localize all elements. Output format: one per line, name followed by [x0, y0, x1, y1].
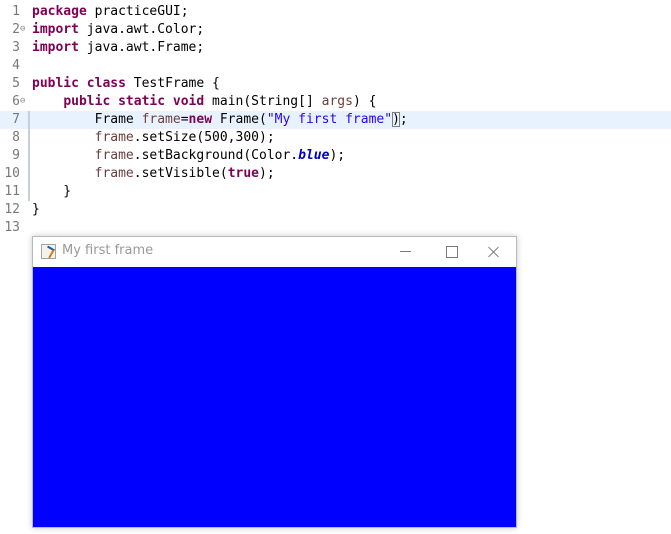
code-line[interactable]: 4	[0, 57, 671, 75]
code-token: package	[32, 4, 87, 19]
code-text: Frame frame=new Frame("My first frame");	[32, 111, 408, 129]
code-text: }	[32, 183, 71, 201]
code-token: ;	[399, 112, 408, 127]
line-number: 10	[4, 166, 20, 181]
line-number: 5	[12, 76, 20, 91]
code-token: .setVisible(	[133, 166, 228, 181]
code-line[interactable]: 1 package practiceGUI;	[0, 3, 671, 21]
change-marker	[28, 165, 30, 183]
code-token: Frame(	[212, 112, 267, 127]
code-line[interactable]: 2 ⊖ import java.awt.Color;	[0, 21, 671, 39]
code-line[interactable]: 5 public class TestFrame {	[0, 75, 671, 93]
code-token: .setBackground(Color.	[133, 148, 299, 163]
line-number: 6	[12, 94, 20, 109]
code-token: static	[118, 94, 166, 109]
code-text: public class TestFrame {	[32, 75, 220, 93]
code-token: import	[32, 40, 79, 55]
code-token: public	[32, 76, 79, 91]
code-line[interactable]: 12}	[0, 201, 671, 219]
code-token: main(String[]	[204, 94, 322, 109]
code-line[interactable]: 11 }	[0, 183, 671, 201]
change-marker	[28, 183, 30, 201]
code-token: TestFrame {	[125, 76, 220, 91]
code-line[interactable]: 3 import java.awt.Frame;	[0, 39, 671, 57]
code-token: }	[32, 184, 72, 199]
code-token: public	[63, 94, 111, 109]
line-number: 8	[12, 130, 20, 145]
change-marker	[28, 129, 30, 147]
code-token: blue	[298, 148, 330, 163]
code-token: );	[329, 148, 346, 163]
fold-toggle-icon[interactable]: ⊖	[20, 25, 29, 34]
fold-toggle-icon[interactable]: ⊖	[20, 97, 29, 106]
minimize-button[interactable]	[383, 237, 429, 267]
maximize-button[interactable]	[429, 237, 475, 267]
code-line[interactable]: 10 frame.setVisible(true);	[0, 165, 671, 183]
code-text: }	[32, 201, 40, 219]
code-token: .setSize(500,300);	[133, 130, 275, 145]
line-number: 4	[12, 58, 20, 73]
code-token: "My first frame"	[266, 112, 393, 127]
code-text: import java.awt.Frame;	[32, 39, 204, 57]
close-button[interactable]	[471, 237, 517, 267]
change-marker	[28, 147, 30, 165]
code-line[interactable]: 6 ⊖ public static void main(String[] args…	[0, 93, 671, 111]
line-number: 13	[4, 220, 20, 235]
code-token: true	[227, 166, 259, 181]
code-token: practiceGUI;	[86, 4, 189, 19]
code-token: args	[321, 94, 353, 109]
code-token: frame	[141, 112, 181, 127]
code-text: package practiceGUI;	[32, 3, 189, 21]
code-token: java.awt.Frame;	[78, 40, 205, 55]
line-number: 9	[12, 148, 20, 163]
java-icon	[41, 244, 56, 259]
code-token: frame	[94, 130, 134, 145]
code-token: }	[32, 202, 40, 217]
code-text: public static void main(String[] args) {	[32, 93, 376, 111]
code-token: new	[188, 112, 213, 127]
code-line[interactable]: 7 Frame frame=new Frame("My first frame"…	[0, 111, 671, 129]
code-token: Frame	[32, 112, 142, 127]
code-text: frame.setSize(500,300);	[32, 129, 275, 147]
line-number: 3	[12, 40, 20, 55]
code-token: frame	[94, 148, 134, 163]
frame-content-area[interactable]	[33, 267, 516, 527]
line-number: 11	[4, 184, 20, 199]
line-number: 2	[12, 22, 20, 37]
code-text: import java.awt.Color;	[32, 21, 204, 39]
java-frame-window[interactable]: My first frame	[32, 236, 517, 528]
code-line[interactable]: 9 frame.setBackground(Color.blue);	[0, 147, 671, 165]
code-text: frame.setBackground(Color.blue);	[32, 147, 345, 165]
line-number: 1	[12, 4, 20, 19]
code-token: =	[180, 112, 189, 127]
code-token: frame	[94, 166, 134, 181]
code-token: void	[172, 94, 205, 109]
code-token: )	[392, 112, 400, 127]
line-number: 7	[12, 112, 20, 127]
window-titlebar[interactable]: My first frame	[33, 237, 516, 267]
code-token: ) {	[352, 94, 377, 109]
code-line[interactable]: 8 frame.setSize(500,300);	[0, 129, 671, 147]
line-number: 12	[4, 202, 20, 217]
window-title: My first frame	[62, 243, 154, 258]
code-text: frame.setVisible(true);	[32, 165, 275, 183]
code-token: );	[259, 166, 275, 181]
change-marker	[28, 111, 30, 129]
code-line[interactable]: 13	[0, 219, 671, 237]
code-token: java.awt.Color;	[78, 22, 205, 37]
code-token: import	[32, 22, 79, 37]
code-token: class	[86, 76, 126, 91]
